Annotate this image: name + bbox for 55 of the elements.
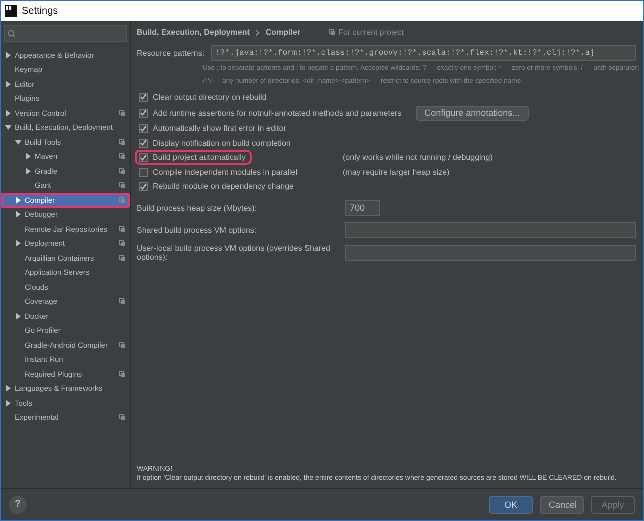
expanded-arrow-icon[interactable] xyxy=(5,125,12,130)
project-scope-icon xyxy=(119,298,126,306)
app-logo-icon xyxy=(5,5,17,17)
checkbox[interactable] xyxy=(139,124,148,134)
collapsed-arrow-icon[interactable] xyxy=(6,52,11,59)
project-scope-icon xyxy=(119,110,126,117)
field-label: Resource patterns: xyxy=(137,48,205,58)
search-field[interactable] xyxy=(4,25,127,42)
help-button[interactable]: ? xyxy=(9,496,27,514)
checkbox-option[interactable]: Compile independent modules in parallel xyxy=(137,166,302,178)
collapsed-arrow-icon[interactable] xyxy=(6,110,11,117)
option-note: (only works while not running / debugging) xyxy=(343,153,494,162)
collapsed-arrow-icon[interactable] xyxy=(6,385,11,392)
text-field[interactable] xyxy=(345,245,636,261)
option-note: (may require larger heap size) xyxy=(343,168,451,177)
checkbox-option[interactable]: Add runtime assertions for notnull-annotated methods and parameters Configure annotations... xyxy=(137,104,534,122)
dialog-button[interactable]: Cancel xyxy=(540,496,584,514)
text-field[interactable]: 700 xyxy=(345,200,380,216)
collapsed-arrow-icon[interactable] xyxy=(16,196,21,204)
collapsed-arrow-icon[interactable] xyxy=(6,80,11,88)
dialog-button[interactable]: OK xyxy=(489,496,533,514)
project-scope-icon xyxy=(328,29,336,36)
checkbox[interactable] xyxy=(139,168,148,177)
checkbox[interactable] xyxy=(139,138,148,148)
checkbox-option[interactable]: Automatically show first error in editor xyxy=(137,123,290,134)
text-field[interactable] xyxy=(345,222,636,238)
resource-patterns-field[interactable]: !?*.java:!?*.form:!?*.class:!?*.groovy:!?*.scala:!?*.flex:!?*.kt:!?*.clj:!?*.aj xyxy=(210,45,636,61)
checkbox[interactable] xyxy=(139,108,148,118)
collapsed-arrow-icon[interactable] xyxy=(26,168,31,175)
scope-note: For current project xyxy=(338,28,404,37)
checkbox[interactable] xyxy=(139,182,148,192)
window-title: Settings xyxy=(22,6,58,16)
checkbox-option[interactable]: Display notification on build completion xyxy=(137,138,295,149)
chevron-icon xyxy=(256,30,260,36)
field-label: User-local build process VM options (overrides Shared options): xyxy=(137,244,332,262)
collapsed-arrow-icon[interactable] xyxy=(26,153,31,160)
collapsed-arrow-icon[interactable] xyxy=(16,240,21,248)
collapsed-arrow-icon[interactable] xyxy=(16,312,21,320)
expanded-arrow-icon[interactable] xyxy=(15,140,22,145)
checkbox[interactable] xyxy=(139,153,148,162)
collapsed-arrow-icon[interactable] xyxy=(6,400,11,407)
project-scope-icon xyxy=(119,370,126,378)
checkbox-option[interactable]: Rebuild module on dependency change xyxy=(137,181,298,192)
checkbox-option[interactable]: Build project automatically xyxy=(137,152,250,164)
checkbox-option[interactable]: Clear output directory on rebuild xyxy=(137,92,271,103)
project-scope-icon xyxy=(119,414,126,422)
breadcrumb-item: Compiler xyxy=(266,28,301,37)
field-label: Build process heap size (Mbytes): xyxy=(137,204,258,212)
checkbox[interactable] xyxy=(139,92,148,102)
project-scope-icon xyxy=(119,342,126,349)
configure-annotations-button[interactable]: Configure annotations... xyxy=(416,106,530,120)
search-icon xyxy=(8,30,17,38)
collapsed-arrow-icon[interactable] xyxy=(16,211,21,218)
breadcrumb-item: Build, Execution, Deployment xyxy=(137,28,250,37)
field-label: Shared build process VM options: xyxy=(137,226,258,234)
